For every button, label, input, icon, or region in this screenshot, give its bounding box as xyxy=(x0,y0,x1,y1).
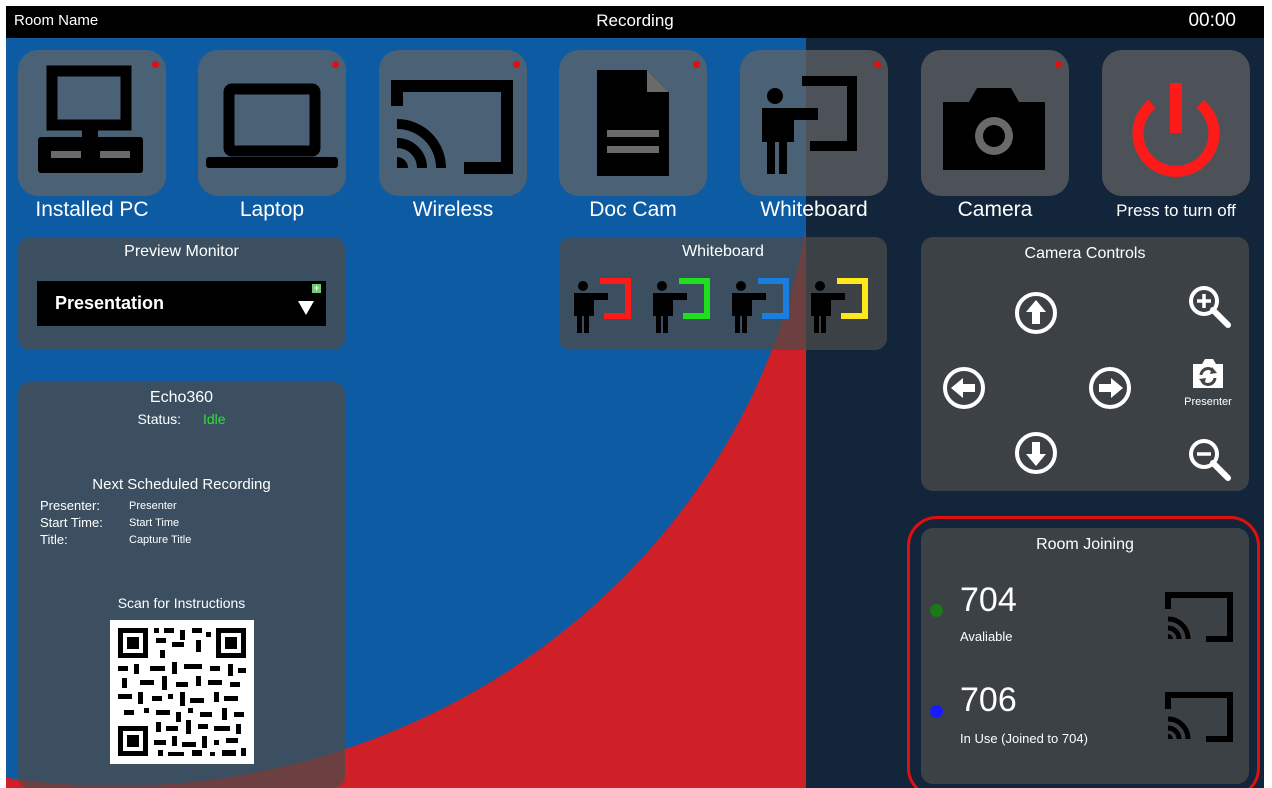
echo360-title: Echo360 xyxy=(149,389,214,406)
camera-switch-label: Presenter xyxy=(1184,396,1232,408)
title-value: Capture Title xyxy=(129,534,192,546)
status-dot xyxy=(332,61,339,68)
scan-label: Scan for Instructions xyxy=(117,595,246,611)
next-recording-title: Next Scheduled Recording xyxy=(92,476,271,493)
power-icon xyxy=(1132,83,1220,177)
start-time-value: Start Time xyxy=(129,517,180,529)
source-label-laptop: Laptop xyxy=(239,198,305,221)
touch-panel-screen: Room Name Recording 00:00 Installed PC L… xyxy=(6,6,1264,788)
status-label: Status: xyxy=(137,411,182,427)
power-off-button[interactable] xyxy=(1102,50,1250,196)
room-status: Avaliable xyxy=(960,629,1013,644)
source-button-doc-cam[interactable] xyxy=(559,50,707,196)
status-dot xyxy=(152,61,159,68)
timer: 00:00 xyxy=(1188,10,1236,31)
source-label-doc-cam: Doc Cam xyxy=(589,198,677,221)
laptop-icon xyxy=(206,83,338,168)
source-label-whiteboard: Whiteboard xyxy=(760,198,868,221)
preview-monitor-title: Preview Monitor xyxy=(124,243,239,260)
cast-icon xyxy=(391,80,513,174)
source-button-whiteboard[interactable] xyxy=(740,50,888,196)
preview-monitor-dropdown[interactable]: Presentation + xyxy=(37,281,326,326)
pan-left-button[interactable] xyxy=(939,363,989,413)
source-label-camera: Camera xyxy=(957,198,1033,221)
title-label: Title: xyxy=(40,532,68,547)
preview-monitor-selected: Presentation xyxy=(55,293,165,313)
top-bar: Room Name Recording 00:00 xyxy=(6,6,1264,38)
source-button-camera[interactable] xyxy=(921,50,1069,196)
presenter-value: Presenter xyxy=(129,500,177,512)
echo360-panel: Echo360 Status: Idle Next Scheduled Reco… xyxy=(18,382,345,788)
status-value: Idle xyxy=(202,411,226,427)
page-title: Recording xyxy=(596,11,674,30)
dropdown-arrow-icon xyxy=(298,301,314,315)
room-number: 704 xyxy=(960,581,1017,619)
whiteboard-green-button[interactable] xyxy=(651,276,717,336)
power-off-label: Press to turn off xyxy=(1116,201,1236,220)
status-dot xyxy=(1055,61,1062,68)
status-dot xyxy=(513,61,520,68)
cast-icon[interactable] xyxy=(1160,681,1236,745)
cast-icon[interactable] xyxy=(1160,581,1236,645)
pan-right-button[interactable] xyxy=(1085,363,1135,413)
plus-icon: + xyxy=(312,283,321,293)
source-label-installed-pc: Installed PC xyxy=(35,198,149,221)
camera-controls-title: Camera Controls xyxy=(1024,245,1146,262)
room-status-dot xyxy=(930,705,943,718)
whiteboard-red-button[interactable] xyxy=(572,276,638,336)
qr-code[interactable] xyxy=(110,620,254,764)
echo360-status: Status: Idle xyxy=(18,411,345,427)
desktop-pc-icon xyxy=(38,65,143,173)
pan-up-button[interactable] xyxy=(1011,288,1061,338)
next-recording-labels: Presenter: Start Time: Title: xyxy=(40,497,103,548)
room-number: 706 xyxy=(960,681,1017,719)
zoom-out-button[interactable] xyxy=(1184,434,1236,486)
source-button-laptop[interactable] xyxy=(198,50,346,196)
whiteboard-yellow-button[interactable] xyxy=(809,276,875,336)
source-button-wireless[interactable] xyxy=(379,50,527,196)
whiteboard-blue-button[interactable] xyxy=(730,276,796,336)
room-joining-title: Room Joining xyxy=(1036,536,1134,553)
room-status-dot xyxy=(930,604,943,617)
presenter-label: Presenter: xyxy=(40,498,100,513)
camera-icon xyxy=(943,88,1045,170)
camera-switch-presenter-button[interactable]: Presenter xyxy=(1176,356,1240,416)
zoom-in-button[interactable] xyxy=(1184,281,1236,333)
camera-switch-icon xyxy=(1193,359,1223,388)
source-label-wireless: Wireless xyxy=(412,198,494,221)
document-icon xyxy=(597,70,669,176)
status-dot xyxy=(874,61,881,68)
presenter-board-icon xyxy=(762,76,857,174)
source-button-installed-pc[interactable] xyxy=(18,50,166,196)
room-706-row[interactable]: 706 In Use (Joined to 704) xyxy=(924,671,1246,766)
next-recording-values: Presenter Start Time Capture Title xyxy=(129,498,191,549)
whiteboard-panel-title: Whiteboard xyxy=(682,243,764,260)
room-status: In Use (Joined to 704) xyxy=(960,731,1088,746)
start-time-label: Start Time: xyxy=(40,515,103,530)
pan-down-button[interactable] xyxy=(1011,428,1061,478)
status-dot xyxy=(693,61,700,68)
room-704-row[interactable]: 704 Avaliable xyxy=(924,571,1246,666)
